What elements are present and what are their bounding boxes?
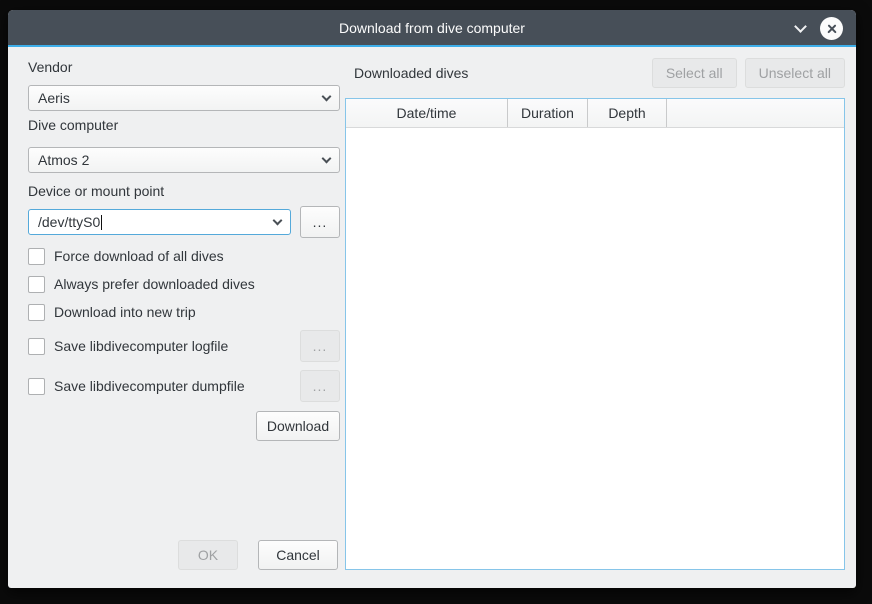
dumpfile-label: Save libdivecomputer dumpfile <box>54 378 245 394</box>
settings-panel: Vendor Aeris Dive computer Atmos 2 Devic… <box>28 59 340 588</box>
dialog-content: Vendor Aeris Dive computer Atmos 2 Devic… <box>8 49 856 588</box>
column-header-extra[interactable] <box>667 99 844 127</box>
column-header-depth[interactable]: Depth <box>588 99 667 127</box>
ok-button[interactable]: OK <box>178 540 238 570</box>
dumpfile-browse-button[interactable]: ... <box>300 370 340 402</box>
prefer-downloaded-label: Always prefer downloaded dives <box>54 276 255 292</box>
prefer-downloaded-checkbox[interactable] <box>28 276 45 293</box>
dives-table-body[interactable] <box>346 128 844 569</box>
download-dialog-window: Download from dive computer Vendor Aeris… <box>8 10 856 588</box>
dumpfile-label-group: Save libdivecomputer dumpfile <box>28 378 245 395</box>
vendor-dropdown[interactable]: Aeris <box>28 85 340 111</box>
unselect-all-button[interactable]: Unselect all <box>745 58 845 88</box>
dives-table[interactable]: Date/time Duration Depth <box>345 98 845 570</box>
device-label: Device or mount point <box>28 183 340 200</box>
prefer-downloaded-row: Always prefer downloaded dives <box>28 275 340 293</box>
dive-computer-label: Dive computer <box>28 117 340 134</box>
chevron-down-icon <box>322 91 332 101</box>
dumpfile-row: Save libdivecomputer dumpfile ... <box>28 370 340 402</box>
vendor-label: Vendor <box>28 59 340 76</box>
device-input-value: /dev/ttyS0 <box>38 214 274 230</box>
dives-table-header: Date/time Duration Depth <box>346 99 844 128</box>
device-browse-button[interactable]: ... <box>300 206 340 238</box>
download-row: Download <box>28 411 340 441</box>
logfile-browse-button[interactable]: ... <box>300 330 340 362</box>
cancel-button[interactable]: Cancel <box>258 540 338 570</box>
dumpfile-checkbox[interactable] <box>28 378 45 395</box>
device-input[interactable]: /dev/ttyS0 <box>28 209 291 235</box>
chevron-down-icon <box>273 215 283 225</box>
logfile-row: Save libdivecomputer logfile ... <box>28 330 340 362</box>
window-title: Download from dive computer <box>339 20 525 36</box>
chevron-down-icon <box>322 153 332 163</box>
force-download-checkbox[interactable] <box>28 248 45 265</box>
force-download-row: Force download of all dives <box>28 247 340 265</box>
close-icon[interactable] <box>820 17 843 40</box>
downloaded-dives-panel: Downloaded dives Select all Unselect all… <box>345 58 845 570</box>
select-all-button[interactable]: Select all <box>652 58 737 88</box>
new-trip-row: Download into new trip <box>28 303 340 321</box>
logfile-label-group: Save libdivecomputer logfile <box>28 338 228 355</box>
logfile-checkbox[interactable] <box>28 338 45 355</box>
logfile-label: Save libdivecomputer logfile <box>54 338 228 354</box>
text-caret <box>101 215 102 230</box>
downloaded-dives-header: Downloaded dives Select all Unselect all <box>345 58 845 88</box>
column-header-duration[interactable]: Duration <box>508 99 588 127</box>
force-download-label: Force download of all dives <box>54 248 224 264</box>
titlebar-actions <box>796 10 843 47</box>
new-trip-checkbox[interactable] <box>28 304 45 321</box>
vendor-selected-value: Aeris <box>38 90 323 106</box>
column-header-datetime[interactable]: Date/time <box>346 99 508 127</box>
download-button[interactable]: Download <box>256 411 340 441</box>
titlebar[interactable]: Download from dive computer <box>8 10 856 47</box>
downloaded-dives-title: Downloaded dives <box>345 65 652 81</box>
dialog-buttons: OK Cancel <box>178 540 338 570</box>
device-row: /dev/ttyS0 ... <box>28 206 340 238</box>
dive-computer-dropdown[interactable]: Atmos 2 <box>28 147 340 173</box>
shade-chevron-down-icon[interactable] <box>794 20 807 33</box>
new-trip-label: Download into new trip <box>54 304 196 320</box>
dive-computer-selected-value: Atmos 2 <box>38 152 323 168</box>
